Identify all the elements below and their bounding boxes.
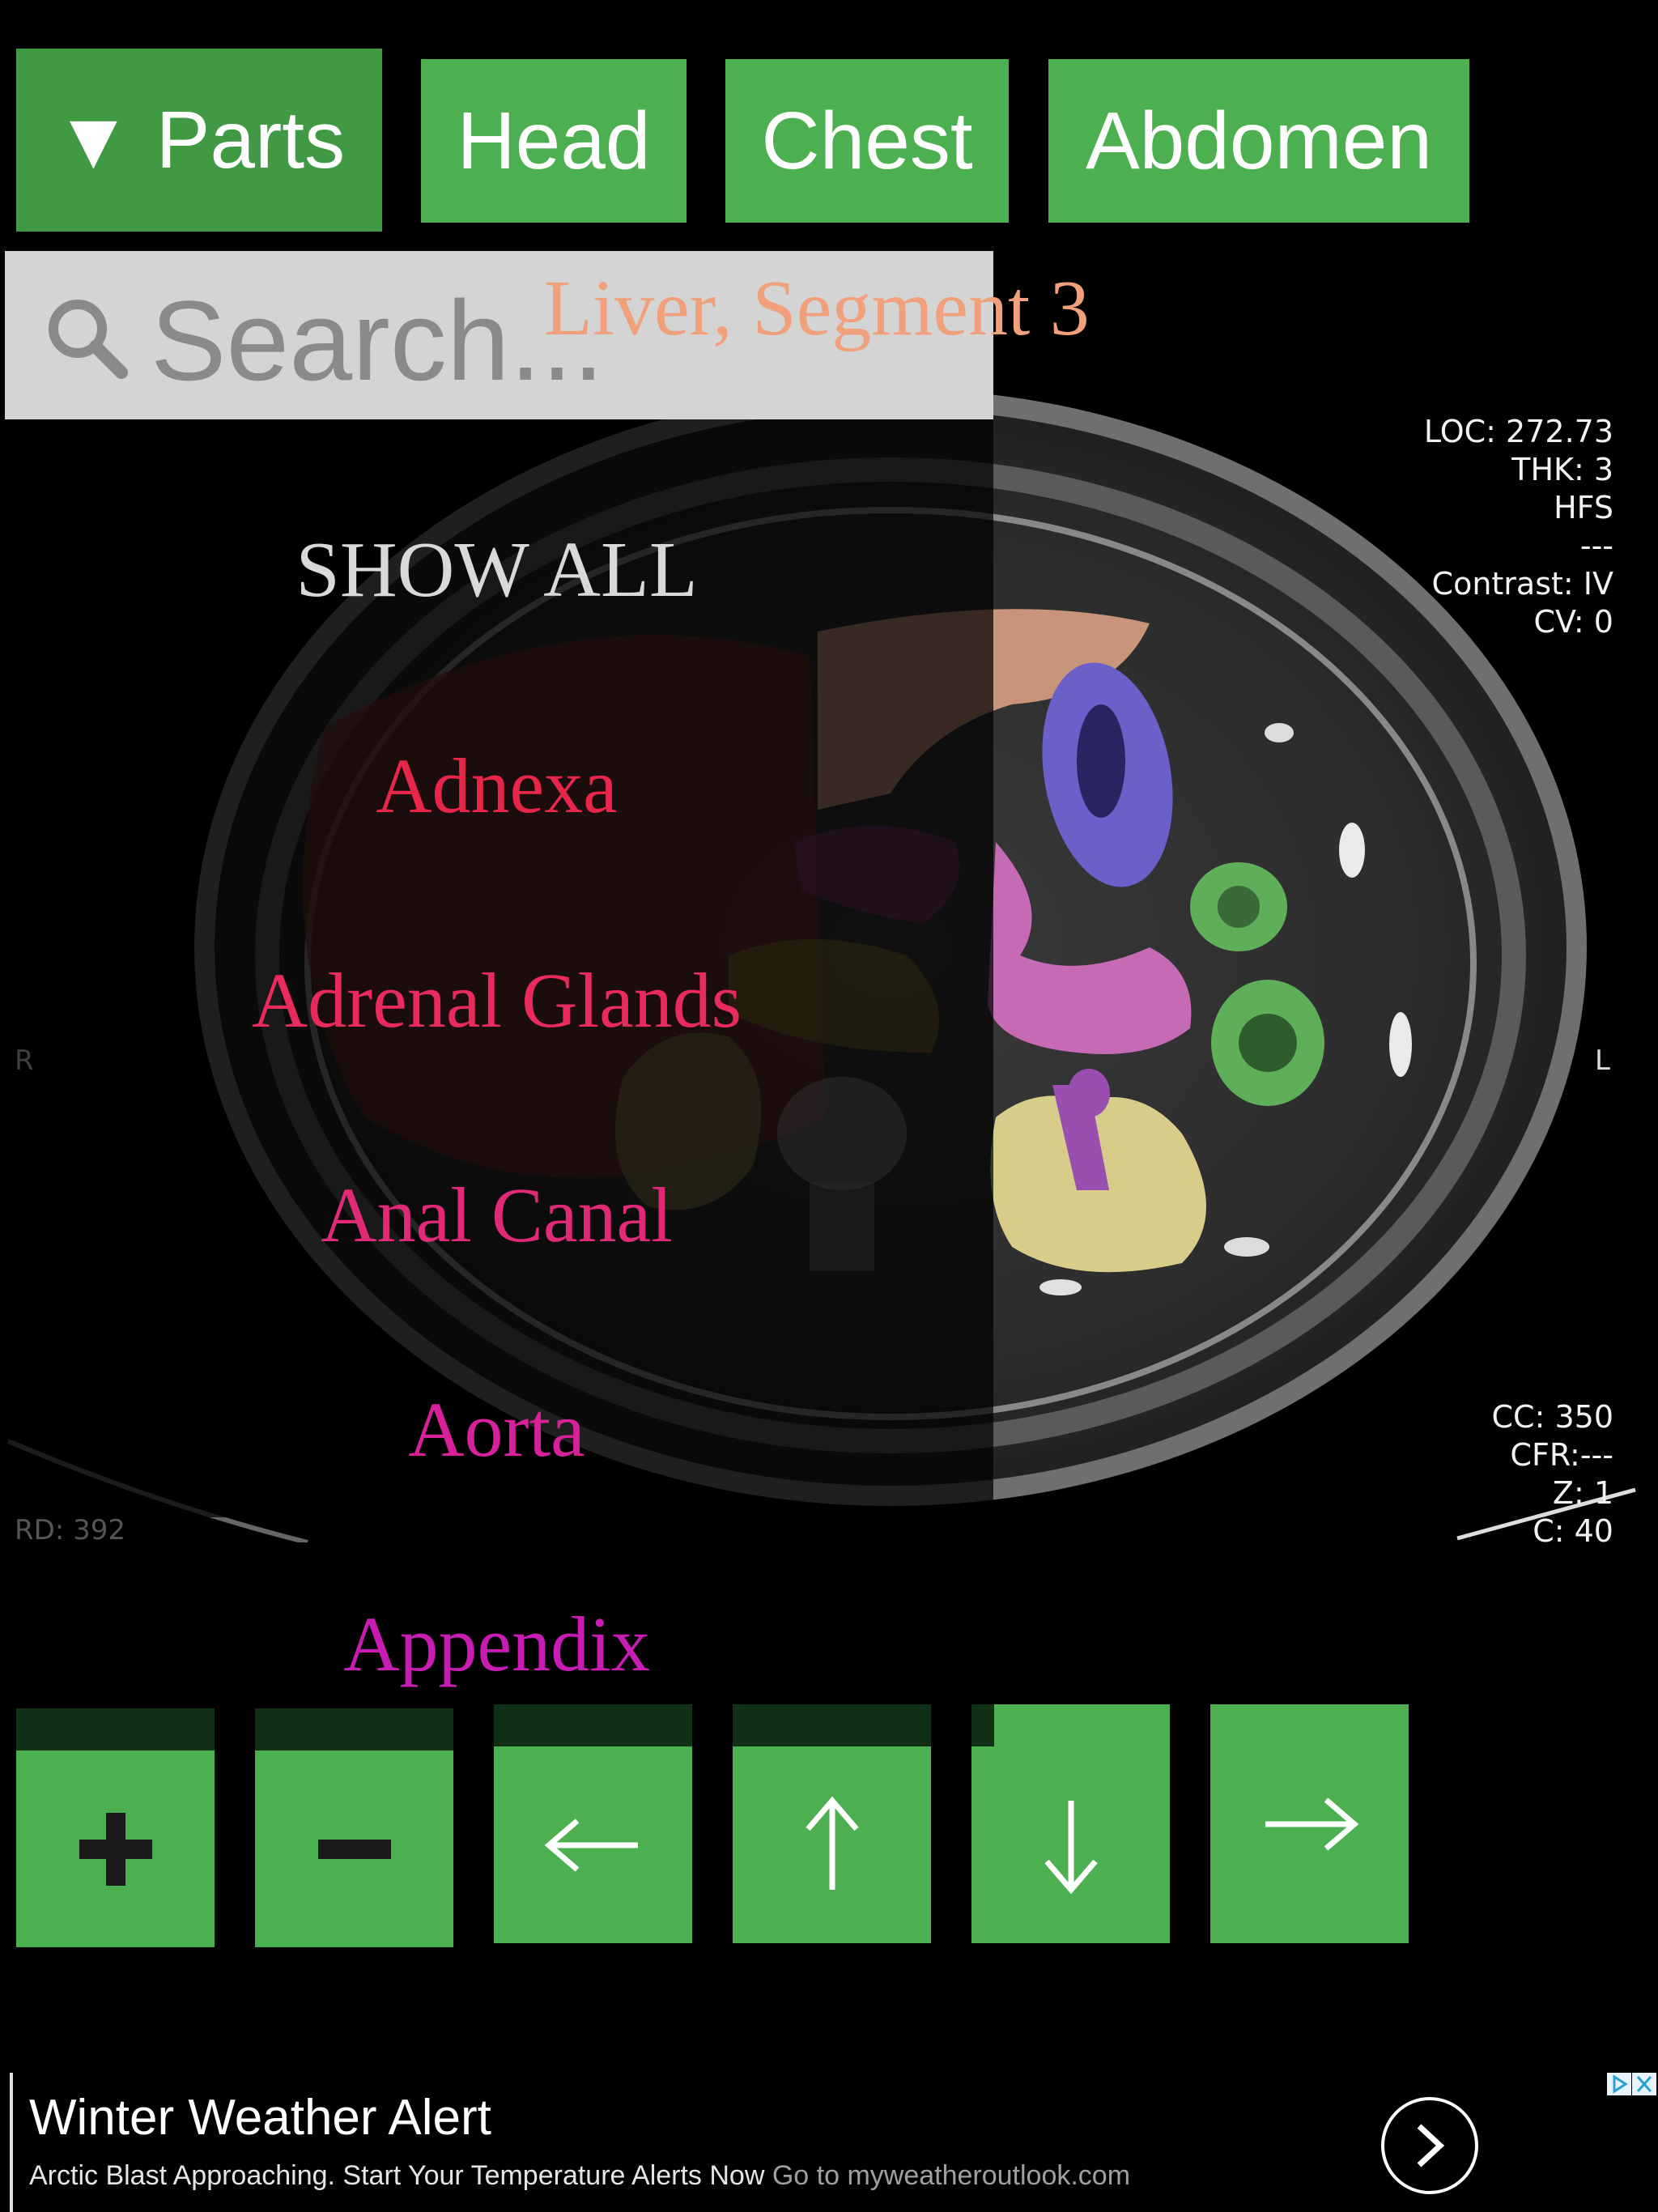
separator-readout: --- xyxy=(1579,528,1613,564)
menu-item-adnexa[interactable]: Adnexa xyxy=(0,741,993,831)
contrast-readout: Contrast: IV xyxy=(1431,566,1613,602)
cc-readout: CC: 350 xyxy=(1491,1399,1613,1435)
arrow-up-icon xyxy=(733,1746,931,1943)
search-input[interactable]: Search... xyxy=(151,275,604,406)
close-ad-icon[interactable] xyxy=(1632,2073,1656,2095)
zoom-out-button-cap xyxy=(255,1708,453,1750)
tab-chest[interactable]: Chest xyxy=(725,59,1009,223)
position-readout: HFS xyxy=(1554,490,1613,525)
current-structure-label: Liver, Segment 3 xyxy=(544,265,1090,352)
cfr-readout: CFR:--- xyxy=(1510,1437,1613,1473)
tab-parts-label: ▼ Parts xyxy=(53,94,346,185)
pan-left-button-cap xyxy=(494,1704,692,1746)
show-all-option[interactable]: SHOW ALL xyxy=(0,525,993,615)
ad-divider xyxy=(10,2073,13,2212)
pan-left-button[interactable] xyxy=(494,1704,692,1943)
loc-readout: LOC: 272.73 xyxy=(1423,414,1613,449)
scan-info-bottom-right: CC: 350 CFR:--- Z: 1 C: 40 xyxy=(1492,1398,1613,1551)
pan-down-button-cap xyxy=(971,1704,994,1746)
menu-item-appendix[interactable]: Appendix xyxy=(0,1599,993,1689)
z-readout: Z: 1 xyxy=(1552,1475,1613,1511)
plus-icon xyxy=(16,1750,215,1947)
zoom-out-button[interactable] xyxy=(255,1708,453,1947)
menu-item-adrenal-glands[interactable]: Adrenal Glands xyxy=(0,955,993,1045)
c-readout: C: 40 xyxy=(1533,1513,1613,1549)
ad-banner[interactable]: Winter Weather Alert Arctic Blast Approa… xyxy=(0,2073,1658,2212)
tab-head[interactable]: Head xyxy=(421,59,687,223)
scan-info-top-right: LOC: 272.73 THK: 3 HFS --- Contrast: IV … xyxy=(1424,413,1613,641)
menu-item-aorta[interactable]: Aorta xyxy=(0,1385,993,1474)
arrow-right-icon xyxy=(1210,1704,1409,1943)
arrow-left-icon xyxy=(494,1746,692,1943)
pan-up-button[interactable] xyxy=(733,1704,931,1943)
minus-icon xyxy=(255,1750,453,1947)
pan-up-button-cap xyxy=(733,1704,931,1746)
menu-item-anal-canal[interactable]: Anal Canal xyxy=(0,1170,993,1260)
chevron-right-icon xyxy=(1417,2124,1445,2167)
parts-menu-panel xyxy=(0,243,993,1517)
rd-readout: RD: 392 xyxy=(15,1514,125,1546)
ad-open-button[interactable] xyxy=(1381,2097,1478,2194)
search-icon xyxy=(49,300,128,379)
pan-down-button[interactable] xyxy=(971,1704,1170,1943)
ad-body: Arctic Blast Approaching. Start Your Tem… xyxy=(29,2160,1130,2192)
tab-head-label: Head xyxy=(457,95,651,186)
ad-link[interactable]: Go to myweatheroutlook.com xyxy=(772,2160,1130,2191)
thickness-readout: THK: 3 xyxy=(1511,452,1613,487)
ad-title[interactable]: Winter Weather Alert xyxy=(29,2089,491,2146)
adchoices-icon[interactable] xyxy=(1607,2073,1631,2095)
tab-abdomen-label: Abdomen xyxy=(1085,95,1433,186)
zoom-in-button-cap xyxy=(16,1708,215,1750)
ad-body-text: Arctic Blast Approaching. Start Your Tem… xyxy=(29,2160,765,2191)
left-side-marker: L xyxy=(1595,1044,1610,1077)
tab-chest-label: Chest xyxy=(761,95,973,186)
tab-parts[interactable]: ▼ Parts xyxy=(16,49,382,232)
zoom-in-button[interactable] xyxy=(16,1708,215,1947)
cv-readout: CV: 0 xyxy=(1533,604,1614,640)
pan-right-button[interactable] xyxy=(1210,1704,1409,1943)
tab-abdomen[interactable]: Abdomen xyxy=(1048,59,1469,223)
arrow-down-icon xyxy=(971,1746,1170,1943)
